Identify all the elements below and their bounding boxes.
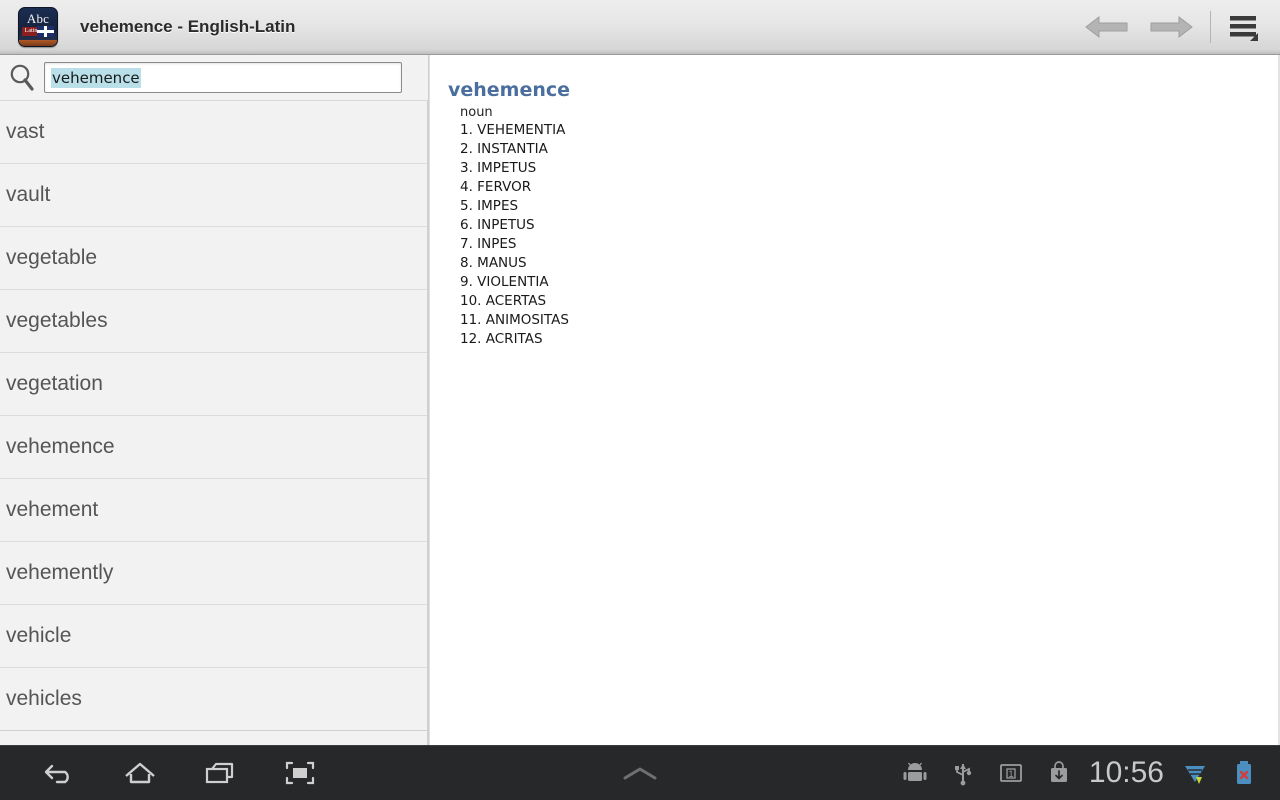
sense-entry: 4. FERVOR bbox=[460, 179, 532, 195]
list-item[interactable]: vehicles bbox=[0, 668, 427, 731]
workspace-1-icon: 1 bbox=[987, 746, 1035, 800]
list-item[interactable]: vegetables bbox=[0, 290, 427, 353]
status-clock: 10:56 bbox=[1088, 756, 1164, 789]
usb-icon bbox=[939, 746, 987, 800]
list-item[interactable]: vault bbox=[0, 164, 427, 227]
part-of-speech: noun bbox=[460, 105, 493, 120]
sense-entry: 10. ACERTAS bbox=[460, 293, 547, 309]
back-arrow-icon bbox=[1085, 15, 1128, 39]
search-input[interactable]: vehemence bbox=[44, 62, 402, 93]
recent-apps-icon bbox=[205, 762, 234, 784]
svg-text:1: 1 bbox=[1008, 769, 1013, 779]
system-screenshot-button[interactable] bbox=[260, 746, 340, 800]
hamburger-menu-icon bbox=[1230, 16, 1258, 41]
forward-button[interactable] bbox=[1139, 0, 1205, 55]
sense-entry: 8. MANUS bbox=[460, 255, 527, 271]
chevron-up-icon bbox=[623, 767, 657, 779]
search-bar: vehemence bbox=[0, 55, 428, 101]
app-icon-abc-text: Abc bbox=[26, 11, 50, 26]
toolbar-separator bbox=[1210, 11, 1211, 43]
back-icon bbox=[44, 764, 69, 784]
list-item[interactable]: vast bbox=[0, 101, 427, 164]
system-home-button[interactable] bbox=[100, 746, 180, 800]
list-item[interactable]: vegetable bbox=[0, 227, 427, 290]
dictionary-book-icon: Abc Latin bbox=[18, 7, 58, 47]
wifi-icon bbox=[1172, 746, 1220, 800]
overflow-menu-button[interactable] bbox=[1216, 0, 1272, 55]
list-item[interactable]: vehemence bbox=[0, 416, 427, 479]
download-icon bbox=[1035, 746, 1083, 800]
home-icon bbox=[125, 762, 155, 784]
titlebar-actions bbox=[1073, 0, 1280, 54]
forward-arrow-icon bbox=[1150, 15, 1193, 39]
status-icons: 1 10:56 bbox=[891, 746, 1280, 800]
system-recents-button[interactable] bbox=[180, 746, 260, 800]
uk-flag-icon bbox=[37, 26, 54, 37]
search-input-value: vehemence bbox=[51, 67, 141, 88]
android-robot-icon bbox=[891, 746, 939, 800]
sense-entry: 12. ACRITAS bbox=[460, 331, 543, 347]
battery-icon bbox=[1220, 746, 1268, 800]
sense-entry: 5. IMPES bbox=[460, 198, 519, 214]
list-item[interactable]: vehement bbox=[0, 479, 427, 542]
word-list[interactable]: vast vault vegetable vegetables vegetati… bbox=[0, 101, 428, 745]
sense-entry: 11. ANIMOSITAS bbox=[460, 312, 569, 328]
sense-entry: 2. INSTANTIA bbox=[460, 141, 548, 157]
definition-headword: vehemence bbox=[448, 79, 571, 101]
search-icon[interactable] bbox=[0, 63, 44, 93]
dictionary-app-window: Abc Latin vehemence - English-Latin vehe… bbox=[0, 0, 1280, 800]
sense-entry: 3. IMPETUS bbox=[460, 160, 537, 176]
title-bar: Abc Latin vehemence - English-Latin bbox=[0, 0, 1280, 55]
sense-entry: 1. VEHEMENTIA bbox=[460, 122, 566, 138]
list-item[interactable]: vegetation bbox=[0, 353, 427, 416]
definition-pane: vehemence noun 1. VEHEMENTIA 2. INSTANTI… bbox=[430, 55, 1280, 745]
fullscreen-icon bbox=[285, 761, 315, 785]
system-nav-buttons bbox=[0, 746, 340, 800]
system-navigation-bar: 1 10:56 bbox=[0, 745, 1280, 800]
sense-entry: 9. VIOLENTIA bbox=[460, 274, 549, 290]
system-back-button[interactable] bbox=[20, 746, 100, 800]
book-base bbox=[19, 40, 57, 46]
page-title: vehemence - English-Latin bbox=[80, 17, 296, 36]
sense-entry: 6. INPETUS bbox=[460, 217, 535, 233]
back-button[interactable] bbox=[1073, 0, 1139, 55]
list-item[interactable]: vehemently bbox=[0, 542, 427, 605]
list-item[interactable]: vehicle bbox=[0, 605, 427, 668]
sense-entry: 7. INPES bbox=[460, 236, 517, 252]
